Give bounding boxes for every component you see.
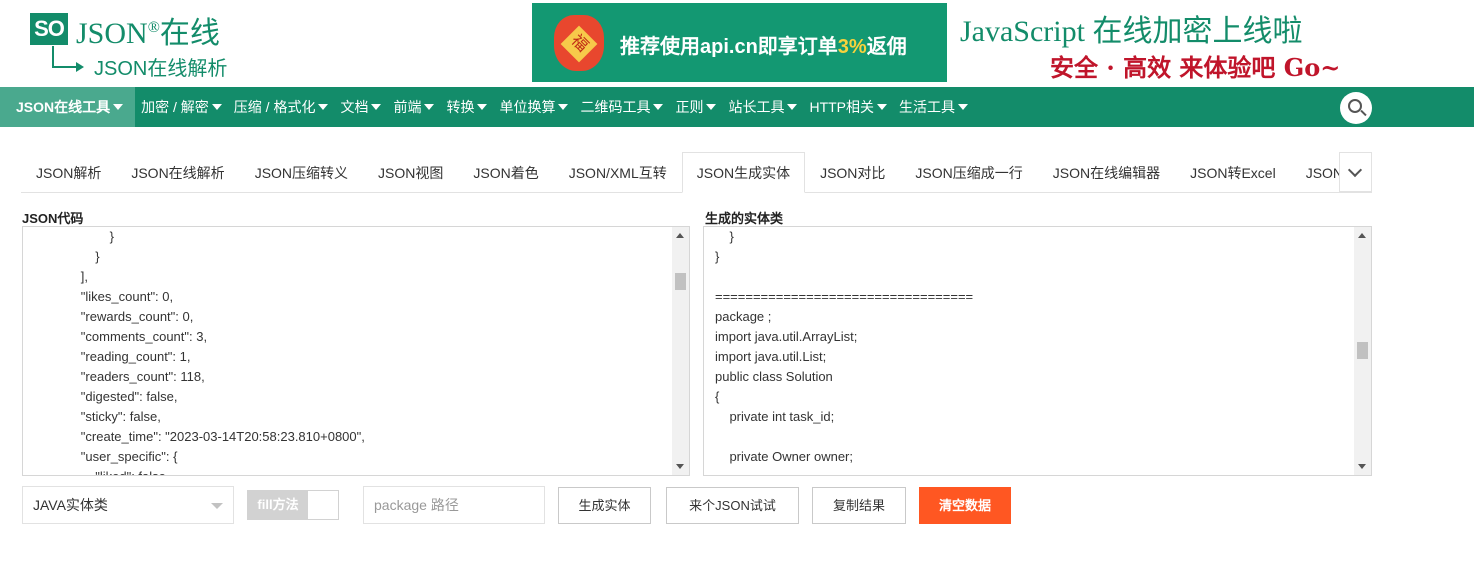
tab-json-parse[interactable]: JSON解析 xyxy=(21,153,116,193)
nav-item-http[interactable]: HTTP相关 xyxy=(803,87,893,127)
code-line: } xyxy=(715,249,720,264)
logo-title: JSON®在线 xyxy=(76,17,220,50)
code-line: private int task_id; xyxy=(715,409,835,424)
tab-json-view[interactable]: JSON视图 xyxy=(363,153,458,193)
scroll-up-arrow-icon[interactable] xyxy=(1358,233,1366,238)
code-line: import java.util.List; xyxy=(715,349,827,364)
try-json-button[interactable]: 来个JSON试试 xyxy=(666,487,799,524)
toggle-label: fill方法 xyxy=(248,491,308,519)
tab-json-more[interactable]: JSON xyxy=(1291,153,1339,193)
code-line: "reading_count": 1, xyxy=(23,349,191,364)
caret-down-icon xyxy=(653,104,664,110)
nav-item-units[interactable]: 单位换算 xyxy=(493,87,574,127)
nav-item-convert[interactable]: 转换 xyxy=(440,87,493,127)
promo-banner[interactable]: 推荐使用api.cn即享订单3%返佣 xyxy=(532,3,947,82)
lucky-bag-icon xyxy=(554,15,604,71)
tab-json-online-parse[interactable]: JSON在线解析 xyxy=(116,153,239,193)
logo-arrow-icon xyxy=(52,46,84,72)
entity-output-editor[interactable]: }} ================================== pack… xyxy=(703,226,1372,476)
scrollbar[interactable] xyxy=(672,227,689,475)
code-line: "user_specific": { xyxy=(23,449,178,464)
caret-down-icon xyxy=(211,104,222,110)
caret-down-icon xyxy=(958,104,969,110)
tab-json-color[interactable]: JSON着色 xyxy=(458,153,553,193)
code-line: "digested": false, xyxy=(23,389,178,404)
fill-method-toggle[interactable]: fill方法 xyxy=(247,490,339,520)
copy-result-button[interactable]: 复制结果 xyxy=(812,487,906,524)
nav-item-docs[interactable]: 文档 xyxy=(334,87,387,127)
code-line: "rewards_count": 0, xyxy=(23,309,194,324)
promo-tagline[interactable]: 安全 · 高效 来体验吧 Go~ xyxy=(1050,48,1340,83)
tab-json-editor[interactable]: JSON在线编辑器 xyxy=(1038,153,1175,193)
tab-json-compare[interactable]: JSON对比 xyxy=(805,153,900,193)
code-line: ], xyxy=(23,269,89,284)
search-button[interactable] xyxy=(1340,92,1372,124)
code-line: "liked": false, xyxy=(23,467,672,475)
main-nav: JSON在线工具 加密 / 解密 压缩 / 格式化 文档 前端 转换 单位换算 … xyxy=(0,87,1474,127)
tool-tabs: JSON解析 JSON在线解析 JSON压缩转义 JSON视图 JSON着色 JSON/X… xyxy=(21,152,1372,193)
logo-badge: SO xyxy=(30,13,68,45)
code-line: } xyxy=(715,229,734,244)
site-logo[interactable]: SO JSON®在线 JSON在线解析 xyxy=(30,4,250,82)
scrollbar-thumb[interactable] xyxy=(675,273,686,290)
code-line: private Owner owner; xyxy=(715,449,853,464)
tabs-more-button[interactable] xyxy=(1339,152,1372,192)
tab-json-excel[interactable]: JSON转Excel xyxy=(1175,153,1291,193)
caret-down-icon xyxy=(706,104,717,110)
package-path-input[interactable] xyxy=(363,486,545,524)
code-line: ================================== xyxy=(715,289,974,304)
entity-output-label: 生成的实体类 xyxy=(705,211,784,226)
code-line: import java.util.ArrayList; xyxy=(715,329,858,344)
header: SO JSON®在线 JSON在线解析 推荐使用api.cn即享订单3%返佣 J… xyxy=(0,0,1474,87)
code-line: } xyxy=(23,229,115,244)
scrollbar-thumb[interactable] xyxy=(1357,342,1368,359)
caret-down-icon xyxy=(318,104,329,110)
nav-item-webmaster[interactable]: 站长工具 xyxy=(722,87,803,127)
caret-down-icon xyxy=(371,104,382,110)
code-line: } xyxy=(23,249,100,264)
nav-item-frontend[interactable]: 前端 xyxy=(387,87,440,127)
nav-item-json-tools[interactable]: JSON在线工具 xyxy=(0,87,136,127)
clear-data-button[interactable]: 清空数据 xyxy=(919,487,1011,524)
caret-down-icon xyxy=(424,104,435,110)
scroll-down-arrow-icon[interactable] xyxy=(676,464,684,469)
tab-json-entity[interactable]: JSON生成实体 xyxy=(681,152,806,193)
caret-down-icon xyxy=(877,104,888,110)
code-line: "readers_count": 118, xyxy=(23,369,205,384)
code-line: public class Solution xyxy=(715,369,833,384)
promo-headline[interactable]: JavaScript 在线加密上线啦 xyxy=(960,6,1302,50)
code-line: "likes_count": 0, xyxy=(23,289,174,304)
nav-item-life[interactable]: 生活工具 xyxy=(893,87,974,127)
code-line: "comments_count": 3, xyxy=(23,329,208,344)
code-line: { xyxy=(715,389,720,404)
code-line: "create_time": "2023-03-14T20:58:23.810+… xyxy=(23,429,365,444)
code-line: "sticky": false, xyxy=(23,409,161,424)
scroll-up-arrow-icon[interactable] xyxy=(676,233,684,238)
generate-entity-button[interactable]: 生成实体 xyxy=(558,487,651,524)
chevron-down-icon xyxy=(1347,162,1363,178)
nav-item-encrypt[interactable]: 加密 / 解密 xyxy=(135,87,228,127)
nav-item-qrcode[interactable]: 二维码工具 xyxy=(574,87,669,127)
caret-down-icon xyxy=(787,104,798,110)
scrollbar[interactable] xyxy=(1354,227,1371,475)
tab-json-compress-escape[interactable]: JSON压缩转义 xyxy=(240,153,363,193)
caret-down-icon xyxy=(558,104,569,110)
json-code-label: JSON代码 xyxy=(22,211,84,226)
caret-down-icon xyxy=(211,503,223,509)
logo-subtitle: JSON在线解析 xyxy=(94,58,228,80)
nav-item-compress[interactable]: 压缩 / 格式化 xyxy=(228,87,335,127)
code-line: package ; xyxy=(715,309,772,324)
nav-item-regex[interactable]: 正则 xyxy=(669,87,722,127)
language-select[interactable]: JAVA实体类 xyxy=(22,486,234,524)
json-input-editor[interactable]: } } ], "likes_count": 0, "rewards_count"… xyxy=(22,226,690,476)
tab-json-oneline[interactable]: JSON压缩成一行 xyxy=(900,153,1037,193)
caret-down-icon xyxy=(113,104,124,110)
banner-text: 推荐使用api.cn即享订单3%返佣 xyxy=(620,36,907,58)
caret-down-icon xyxy=(477,104,488,110)
scroll-down-arrow-icon[interactable] xyxy=(1358,464,1366,469)
tab-json-xml[interactable]: JSON/XML互转 xyxy=(554,153,682,193)
